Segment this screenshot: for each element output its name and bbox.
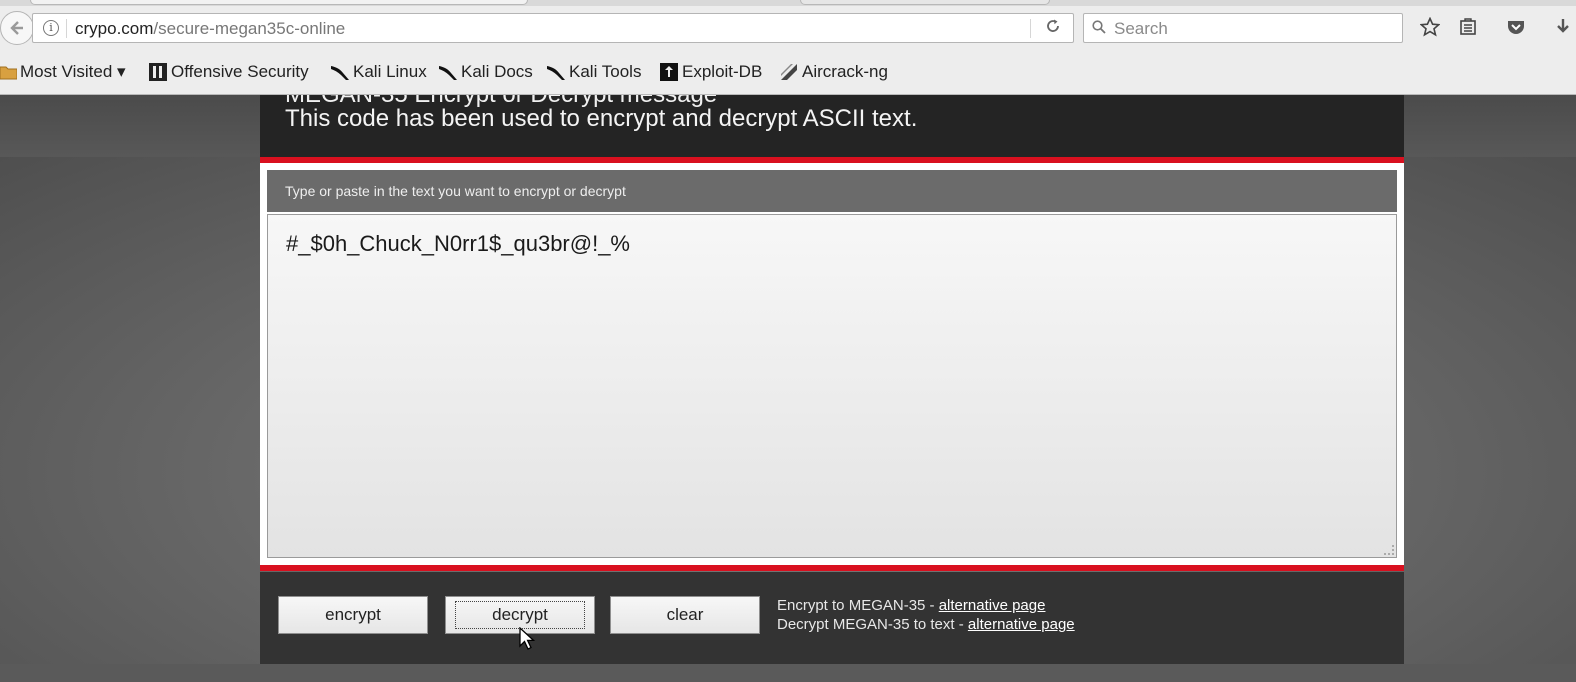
encrypt-button[interactable]: encrypt — [278, 596, 428, 634]
bookmark-label: Offensive Security — [171, 62, 309, 81]
bookmark-most-visited[interactable]: Most Visited ▾ — [0, 62, 126, 82]
input-label-bar: Type or paste in the text you want to en… — [267, 170, 1397, 212]
kali-dragon-icon — [547, 66, 565, 80]
clear-button-label: clear — [666, 605, 704, 624]
search-bar[interactable]: Search — [1083, 13, 1403, 43]
encrypt-button-label: encrypt — [325, 605, 381, 624]
back-arrow-icon — [10, 21, 23, 35]
search-icon — [1092, 20, 1106, 34]
page-bottom-strip — [0, 664, 1576, 682]
exploitdb-icon — [660, 63, 678, 81]
message-textarea[interactable]: #_$0h_Chuck_N0rr1$_qu3br@!_% — [267, 214, 1397, 558]
decrypt-alt-text: Decrypt MEGAN-35 to text - — [777, 616, 968, 633]
offsec-icon — [149, 63, 167, 81]
bookmark-kali-docs[interactable]: Kali Docs — [438, 62, 533, 82]
button-panel: encrypt decrypt clear Encrypt to MEGAN-3… — [260, 572, 1404, 664]
tab-inactive[interactable] — [800, 0, 1050, 5]
url-text[interactable]: crypo.com/secure-megan35c-online — [75, 19, 345, 39]
encrypt-alt-text: Encrypt to MEGAN-35 - — [777, 597, 939, 614]
folder-icon — [0, 66, 17, 80]
url-bar[interactable]: i crypo.com/secure-megan35c-online — [32, 13, 1074, 43]
search-placeholder: Search — [1114, 19, 1168, 38]
decrypt-button-label: decrypt — [455, 601, 585, 629]
page-subtitle: This code has been used to encrypt and d… — [285, 105, 918, 132]
browser-chrome: i crypo.com/secure-megan35c-online Searc… — [0, 0, 1576, 95]
decrypt-alt-link[interactable]: alternative page — [968, 616, 1075, 633]
tab-strip — [0, 0, 1576, 6]
kali-dragon-icon — [331, 66, 349, 80]
bookmark-offensive-security[interactable]: Offensive Security — [148, 62, 309, 82]
url-host: crypo.com — [75, 19, 154, 38]
back-button[interactable] — [0, 11, 34, 45]
reader-list-icon[interactable] — [1455, 14, 1481, 40]
bookmark-kali-tools[interactable]: Kali Tools — [546, 62, 641, 82]
resize-grip-icon[interactable] — [1384, 545, 1394, 555]
bookmark-label: Kali Tools — [569, 62, 642, 81]
reload-icon[interactable] — [1045, 18, 1061, 39]
input-label: Type or paste in the text you want to en… — [285, 183, 626, 199]
bookmark-label: Aircrack-ng — [802, 62, 888, 81]
mouse-pointer-icon — [519, 627, 536, 650]
kali-dragon-icon — [439, 66, 457, 80]
bookmark-star-icon[interactable] — [1417, 14, 1443, 40]
bookmark-label: Kali Linux — [353, 62, 427, 81]
alternative-links: Encrypt to MEGAN-35 - alternative page D… — [777, 596, 1075, 634]
pocket-icon[interactable] — [1503, 14, 1529, 40]
bookmark-kali-linux[interactable]: Kali Linux — [330, 62, 427, 82]
downloads-icon[interactable] — [1550, 14, 1576, 40]
bookmarks-toolbar: Most Visited ▾ Offensive Security Kali L… — [0, 56, 1576, 88]
clear-button[interactable]: clear — [610, 596, 760, 634]
aircrack-icon — [781, 64, 797, 80]
bookmark-label: Most Visited ▾ — [20, 62, 126, 81]
site-info-icon[interactable]: i — [43, 20, 59, 36]
bookmark-label: Kali Docs — [461, 62, 533, 81]
bookmark-aircrack-ng[interactable]: Aircrack-ng — [779, 62, 888, 82]
encrypt-alt-line: Encrypt to MEGAN-35 - alternative page — [777, 596, 1075, 615]
bookmark-label: Exploit-DB — [682, 62, 763, 81]
url-separator — [66, 19, 67, 38]
red-divider-bottom — [260, 565, 1404, 571]
bookmark-exploit-db[interactable]: Exploit-DB — [659, 62, 762, 82]
input-panel: Type or paste in the text you want to en… — [260, 163, 1404, 565]
header-panel: MEGAN-35 Encrypt or Decrypt message This… — [260, 95, 1404, 157]
tab-active[interactable] — [30, 0, 528, 5]
url-path: /secure-megan35c-online — [153, 19, 346, 38]
encrypt-alt-link[interactable]: alternative page — [939, 597, 1046, 614]
decrypt-alt-line: Decrypt MEGAN-35 to text - alternative p… — [777, 615, 1075, 634]
url-separator-right — [1030, 19, 1031, 38]
